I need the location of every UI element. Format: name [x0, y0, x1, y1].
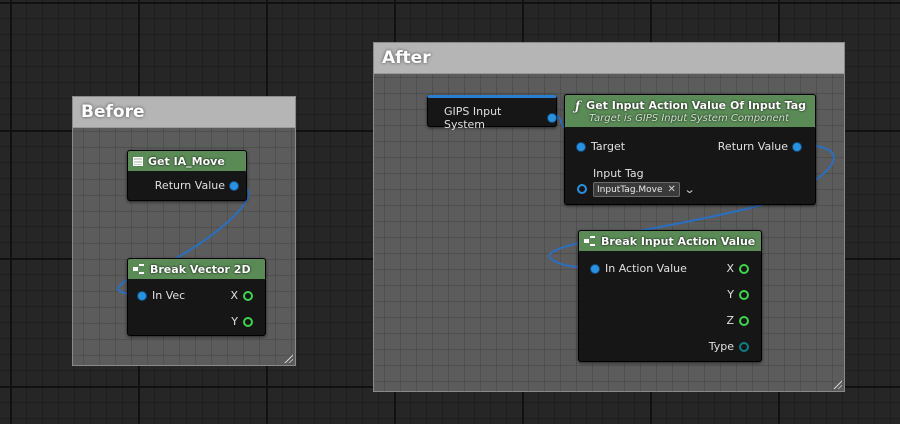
pin-label-target: Target: [591, 140, 626, 153]
comment-title-after[interactable]: After: [374, 43, 844, 74]
node-break-input-action-value[interactable]: Break Input Action Value In Action Value…: [578, 230, 762, 362]
input-pin-in-vec[interactable]: [138, 291, 146, 300]
output-pin-z[interactable]: [739, 315, 749, 326]
node-subtitle: Target is GIPS Input System Component: [589, 112, 789, 124]
pin-label-input-tag: Input Tag: [593, 167, 644, 180]
node-title: GIPS Input System: [444, 105, 502, 131]
node-header[interactable]: Get IA_Move: [128, 151, 246, 171]
output-pin-row-type[interactable]: Type: [709, 340, 749, 353]
pin-label-type: Type: [708, 340, 734, 353]
break-struct-icon: [584, 236, 596, 246]
function-f-icon: ƒ: [575, 98, 581, 113]
node-header[interactable]: Break Input Action Value: [579, 231, 761, 251]
output-pin-row[interactable]: Return Value: [155, 179, 238, 192]
output-pin-row[interactable]: GIPS Input System: [444, 105, 556, 131]
node-header[interactable]: ƒ Get Input Action Value Of Input Tag Ta…: [565, 95, 815, 127]
break-struct-icon: [133, 264, 145, 274]
node-gips-input-system[interactable]: GIPS Input System: [427, 95, 557, 131]
chevron-down-icon[interactable]: ⌄: [684, 183, 696, 196]
pin-label-return-value: Return Value: [717, 140, 788, 153]
pin-label-in-action-value: In Action Value: [605, 262, 687, 275]
output-pin-y[interactable]: [739, 289, 749, 300]
input-tag-value: InputTag.Move: [597, 184, 663, 195]
output-pin-x[interactable]: [243, 290, 253, 301]
output-pin-row-x[interactable]: X: [230, 289, 253, 302]
output-pin-x[interactable]: [739, 263, 749, 274]
input-pin-row[interactable]: In Vec: [138, 289, 185, 302]
comment-title-before[interactable]: Before: [73, 97, 295, 128]
pin-label-return-value: Return Value: [154, 179, 225, 192]
pin-label-y: Y: [727, 288, 734, 301]
output-pin-row-x[interactable]: X: [726, 262, 749, 275]
input-pin-row[interactable]: In Action Value: [591, 262, 687, 275]
node-title: Get Input Action Value Of Input Tag: [586, 99, 807, 112]
input-pin-row-target[interactable]: Target: [577, 140, 625, 153]
pin-label-in-vec: In Vec: [152, 289, 186, 302]
node-break-vector-2d[interactable]: Break Vector 2D In Vec X Y: [127, 258, 266, 336]
pin-label-z: Z: [726, 314, 734, 327]
pin-label-x: X: [726, 262, 734, 275]
output-pin-y[interactable]: [243, 316, 253, 327]
output-pin-row-y[interactable]: Y: [727, 288, 749, 301]
node-get-input-action-value[interactable]: ƒ Get Input Action Value Of Input Tag Ta…: [564, 94, 816, 205]
node-title: Break Vector 2D: [150, 262, 251, 276]
node-get-ia-move[interactable]: Get IA_Move Return Value: [127, 150, 247, 201]
output-pin-row-return-value[interactable]: Return Value: [718, 140, 801, 153]
pin-label-y: Y: [231, 315, 238, 328]
input-tag-chip[interactable]: InputTag.Move ✕: [593, 182, 680, 197]
input-pin-in-action-value[interactable]: [591, 264, 599, 273]
variable-grid-icon: [133, 156, 143, 166]
node-title: Break Input Action Value: [601, 234, 756, 248]
output-pin-type[interactable]: [739, 341, 749, 352]
input-pin-row-input-tag[interactable]: Input Tag InputTag.Move ✕ ⌄: [577, 167, 696, 197]
resize-grip-icon[interactable]: [283, 353, 293, 363]
close-icon[interactable]: ✕: [668, 184, 676, 195]
output-pin-return-value[interactable]: [230, 181, 238, 190]
input-pin-target[interactable]: [577, 142, 585, 151]
output-pin-row-y[interactable]: Y: [231, 315, 253, 328]
output-pin-return-value[interactable]: [793, 142, 801, 151]
output-pin-row-z[interactable]: Z: [726, 314, 749, 327]
output-pin-gips-input-system[interactable]: [548, 114, 556, 122]
pin-label-x: X: [230, 289, 238, 302]
node-title: Get IA_Move: [148, 154, 225, 168]
input-pin-input-tag[interactable]: [577, 184, 587, 194]
resize-grip-icon[interactable]: [832, 379, 842, 389]
node-header[interactable]: Break Vector 2D: [128, 259, 265, 279]
